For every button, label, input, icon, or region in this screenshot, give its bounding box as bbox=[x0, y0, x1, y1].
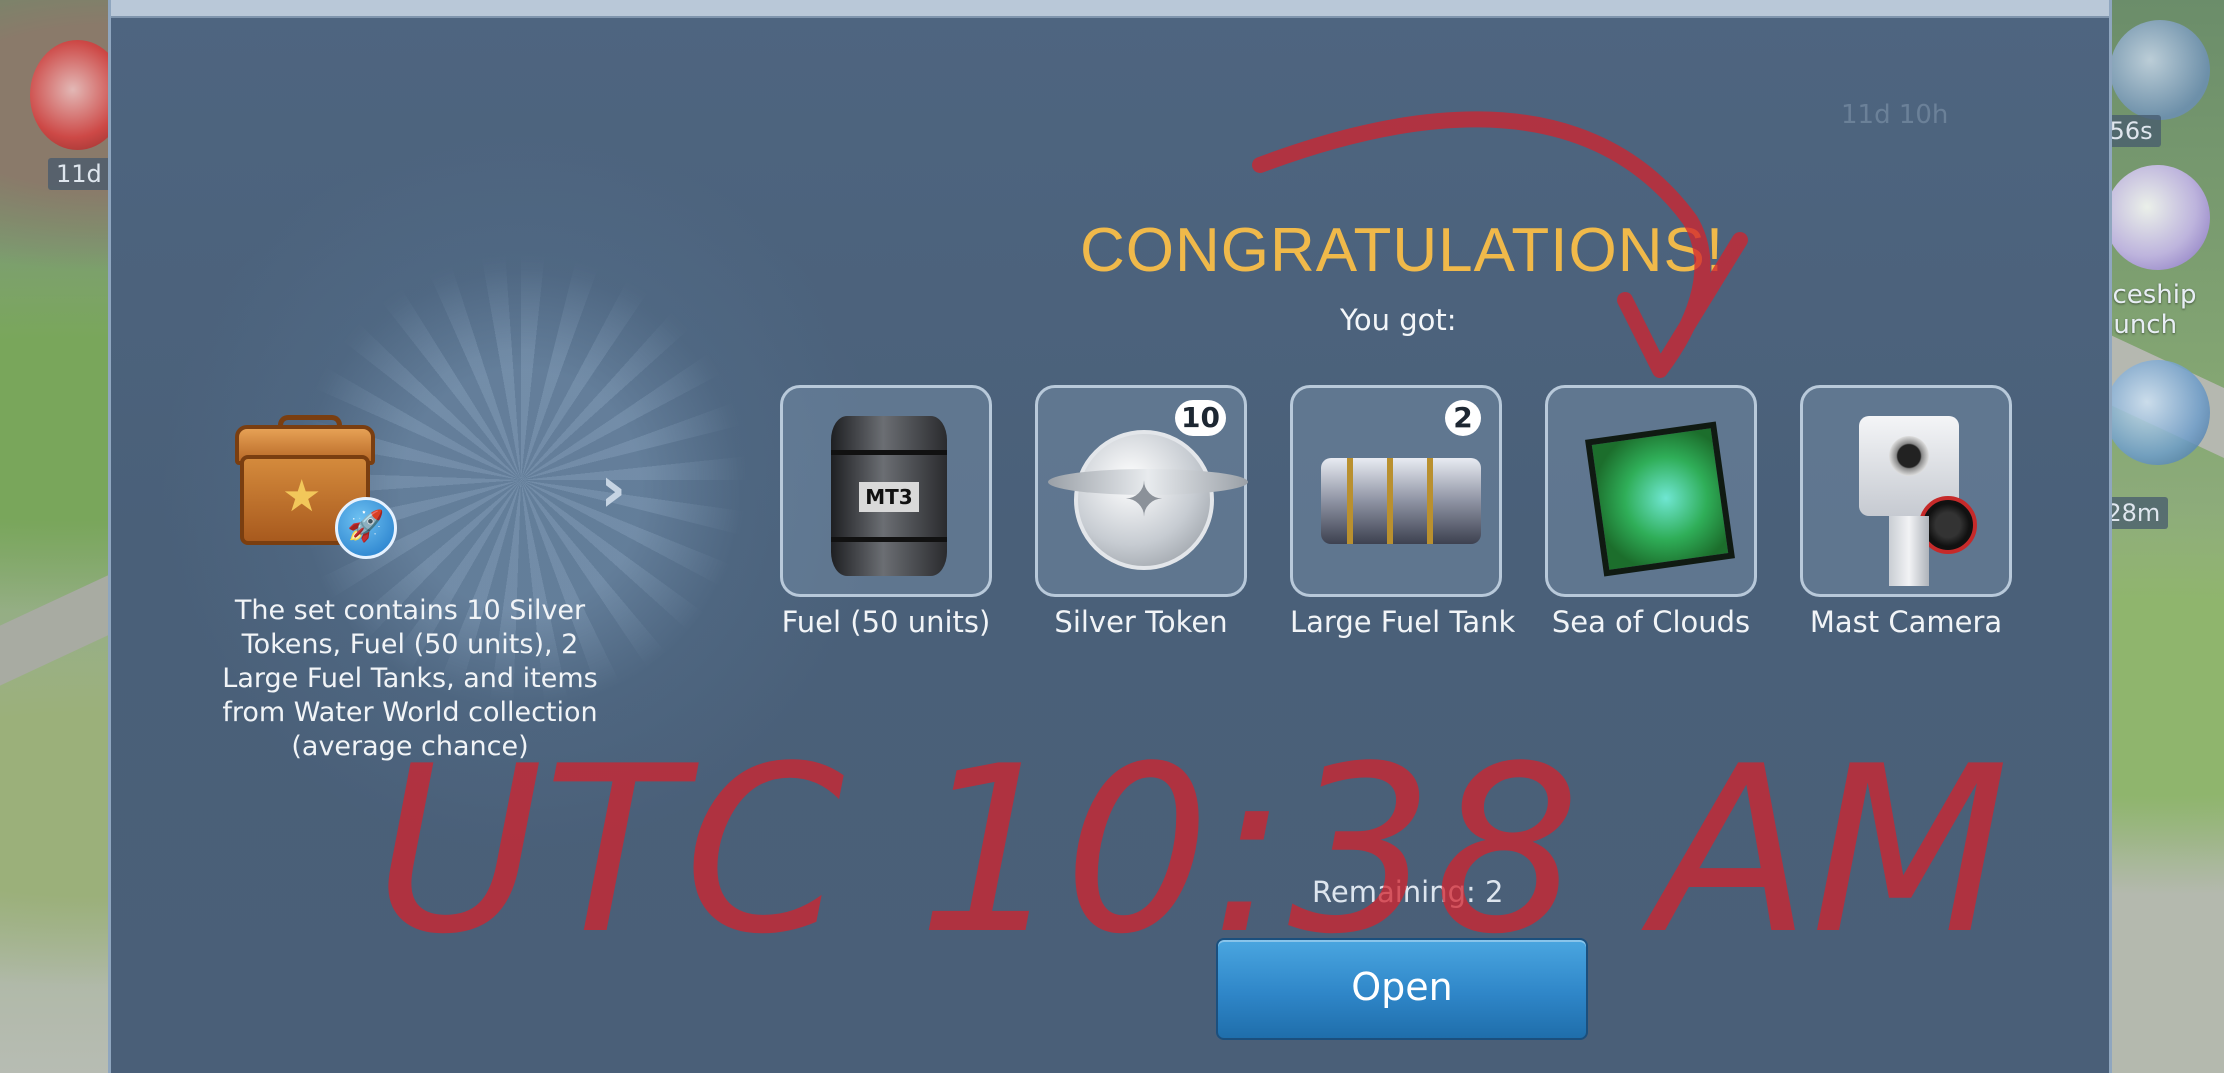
item-tile[interactable]: ✦ 10 bbox=[1035, 385, 1248, 597]
congratulations-title: CONGRATULATIONS! bbox=[1080, 216, 1725, 285]
mast-camera-icon bbox=[1859, 416, 1977, 586]
item-count-badge: 2 bbox=[1445, 400, 1481, 436]
item-label: Silver Token bbox=[1054, 605, 1228, 639]
item-count-badge: 10 bbox=[1175, 400, 1226, 436]
radar-icon[interactable] bbox=[2110, 20, 2210, 120]
faded-timer: 11d 10h bbox=[1841, 100, 1949, 130]
item-tile[interactable]: 2 bbox=[1290, 385, 1502, 597]
reward-item-silver-token[interactable]: ✦ 10 Silver Token bbox=[1035, 385, 1251, 639]
item-label: Fuel (50 units) bbox=[781, 605, 991, 639]
star-icon: ★ bbox=[282, 471, 322, 522]
item-label: Mast Camera bbox=[1809, 605, 2003, 639]
item-tile[interactable] bbox=[1800, 385, 2012, 597]
reward-item-mast-camera[interactable]: Mast Camera bbox=[1800, 385, 2016, 639]
treasure-chest-icon: ★ 🚀 bbox=[230, 415, 397, 559]
dialog-top-bar bbox=[111, 0, 2109, 18]
silver-token-icon: ✦ bbox=[1048, 430, 1248, 570]
reward-item-fuel[interactable]: MT3 Fuel (50 units) bbox=[780, 385, 996, 639]
item-label: Sea of Clouds bbox=[1551, 605, 1751, 639]
fuel-tank-icon bbox=[1321, 458, 1481, 544]
barrel-tag: MT3 bbox=[859, 482, 919, 512]
chevron-right-icon: › bbox=[600, 453, 627, 527]
reward-item-large-fuel-tank[interactable]: 2 Large Fuel Tank bbox=[1290, 385, 1516, 639]
open-button[interactable]: Open bbox=[1216, 938, 1588, 1040]
set-description: The set contains 10 Silver Tokens, Fuel … bbox=[222, 595, 598, 762]
rocket-badge-icon: 🚀 bbox=[335, 497, 397, 559]
item-tile[interactable] bbox=[1545, 385, 1757, 597]
map-card-icon bbox=[1585, 421, 1735, 577]
item-label: Large Fuel Tank bbox=[1290, 605, 1516, 639]
reward-item-sea-of-clouds[interactable]: Sea of Clouds bbox=[1545, 385, 1761, 639]
spaceship-icon[interactable] bbox=[2105, 165, 2210, 270]
gauge-icon[interactable] bbox=[2105, 360, 2210, 465]
you-got-label: You got: bbox=[1340, 303, 1457, 337]
remaining-count: Remaining: 2 bbox=[1312, 875, 1504, 909]
fuel-barrel-icon: MT3 bbox=[831, 416, 947, 576]
item-tile[interactable]: MT3 bbox=[780, 385, 992, 597]
